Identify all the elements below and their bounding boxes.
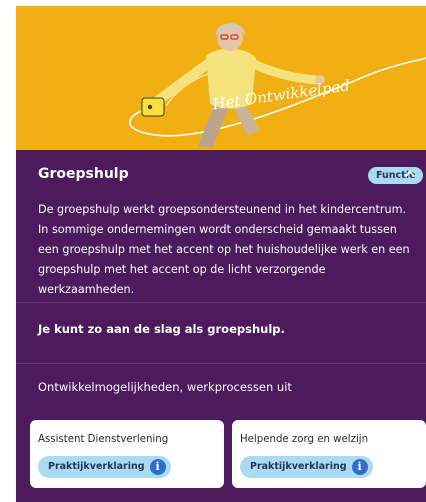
hero-illustration: Het Ontwikkelpad: [129, 23, 426, 148]
tile-helpende-zorg-en-welzijn[interactable]: Helpende zorg en welzijn Praktijkverklar…: [232, 420, 426, 488]
section-title: Groepshulp: [38, 166, 129, 182]
hero-banner: Het Ontwikkelpad: [16, 6, 426, 150]
career-card: Het Ontwikkelpad Groepshulp Functie De g…: [16, 6, 426, 502]
tile-assistent-dienstverlening[interactable]: Assistent Dienstverlening Praktijkverkla…: [30, 420, 224, 488]
section-header[interactable]: Groepshulp Functie: [16, 150, 426, 192]
tile-title: Helpende zorg en welzijn: [240, 434, 369, 445]
praktijkverklaring-button[interactable]: Praktijkverklaring i: [38, 456, 171, 478]
divider: [16, 363, 426, 364]
info-icon[interactable]: i: [351, 459, 368, 475]
pill-label: Praktijkverklaring: [48, 461, 145, 472]
divider: [16, 302, 426, 303]
pill-label: Praktijkverklaring: [250, 461, 347, 472]
chevron-up-icon[interactable]: [402, 166, 418, 182]
info-icon[interactable]: i: [149, 459, 166, 475]
praktijkverklaring-button[interactable]: Praktijkverklaring i: [240, 456, 373, 478]
opportunities-heading: Ontwikkelmogelijkheden, werkprocessen ui…: [38, 380, 292, 394]
section-description: De groepshulp werkt groepsondersteunend …: [38, 203, 410, 296]
how-to-start-text: Je kunt zo aan de slag als groepshulp.: [38, 322, 285, 336]
tile-title: Assistent Dienstverlening: [38, 434, 169, 445]
